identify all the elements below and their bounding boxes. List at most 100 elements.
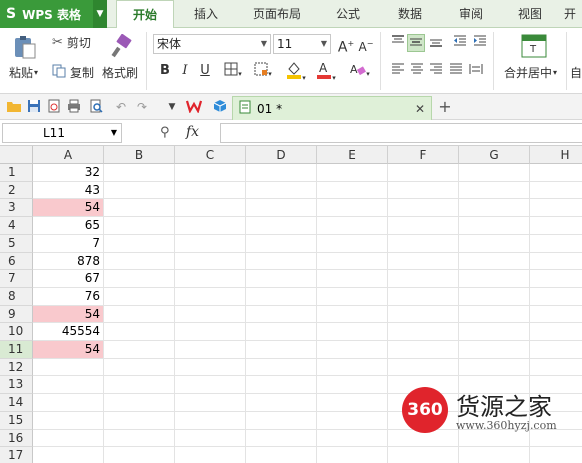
cell-a17[interactable] (33, 447, 104, 463)
cell-e4[interactable] (317, 217, 388, 235)
cell-g12[interactable] (459, 359, 530, 376)
tab-formulas[interactable]: 公式 (316, 0, 380, 28)
new-tab-icon[interactable]: + (437, 99, 453, 115)
cube-icon[interactable] (212, 99, 228, 115)
open-folder-icon[interactable] (6, 99, 22, 115)
cell-a7[interactable]: 67 (33, 270, 104, 288)
cell-e14[interactable] (317, 394, 388, 412)
cell-e13[interactable] (317, 376, 388, 394)
cell-h9[interactable] (530, 306, 582, 323)
cell-d7[interactable] (246, 270, 317, 288)
cell-h4[interactable] (530, 217, 582, 235)
column-header-h[interactable]: H (530, 146, 582, 164)
tab-insert[interactable]: 插入 (174, 0, 238, 28)
cell-a10[interactable]: 45554 (33, 323, 104, 341)
align-left-icon[interactable] (389, 62, 407, 80)
fill-color-icon[interactable]: ▾ (283, 60, 309, 82)
cell-b12[interactable] (104, 359, 175, 376)
clear-format-icon[interactable]: A ▾ (347, 62, 373, 80)
cell-b8[interactable] (104, 288, 175, 306)
cell-f9[interactable] (388, 306, 459, 323)
cell-c8[interactable] (175, 288, 246, 306)
tab-page-layout[interactable]: 页面布局 (238, 0, 316, 28)
cell-b11[interactable] (104, 341, 175, 359)
cell-h3[interactable] (530, 199, 582, 217)
cell-c11[interactable] (175, 341, 246, 359)
row-header[interactable]: 11 (0, 341, 33, 359)
row-header[interactable]: 3 (0, 199, 33, 217)
cell-g7[interactable] (459, 270, 530, 288)
cell-b9[interactable] (104, 306, 175, 323)
font-name-select[interactable]: 宋体 ▼ (153, 34, 271, 54)
align-bottom-icon[interactable] (427, 34, 445, 52)
cell-f11[interactable] (388, 341, 459, 359)
cell-c12[interactable] (175, 359, 246, 376)
select-all-corner[interactable] (0, 146, 33, 164)
cell-d11[interactable] (246, 341, 317, 359)
cell-g17[interactable] (459, 447, 530, 463)
cell-g5[interactable] (459, 235, 530, 253)
cell-d4[interactable] (246, 217, 317, 235)
row-header[interactable]: 13 (0, 376, 33, 394)
zoom-function-icon[interactable]: ⚲ (160, 125, 170, 140)
cell-c10[interactable] (175, 323, 246, 341)
print-icon[interactable] (66, 99, 82, 115)
increase-font-icon[interactable]: A+ (337, 35, 355, 56)
row-header[interactable]: 12 (0, 359, 33, 376)
cell-c17[interactable] (175, 447, 246, 463)
fx-icon[interactable]: fx (186, 124, 199, 140)
cell-c2[interactable] (175, 182, 246, 199)
cell-e1[interactable] (317, 164, 388, 182)
cell-e9[interactable] (317, 306, 388, 323)
cell-c14[interactable] (175, 394, 246, 412)
cell-e3[interactable] (317, 199, 388, 217)
print-preview-icon[interactable] (88, 99, 104, 115)
paste-button[interactable]: 粘贴 ▾ (9, 64, 38, 81)
cell-style-icon[interactable]: ▾ (250, 62, 276, 80)
column-header-b[interactable]: B (104, 146, 175, 164)
format-painter-button[interactable]: 格式刷 (102, 64, 138, 81)
font-size-select[interactable]: 11 ▼ (273, 34, 331, 54)
cell-d8[interactable] (246, 288, 317, 306)
underline-button[interactable]: U (196, 62, 214, 80)
decrease-font-icon[interactable]: A− (357, 35, 375, 54)
row-header[interactable]: 14 (0, 394, 33, 412)
row-header[interactable]: 10 (0, 323, 33, 341)
cell-a11[interactable]: 54 (33, 341, 104, 359)
bold-button[interactable]: B (156, 62, 174, 80)
align-middle-icon[interactable] (407, 34, 425, 52)
increase-indent-icon[interactable] (471, 34, 489, 52)
cell-g11[interactable] (459, 341, 530, 359)
cell-a2[interactable]: 43 (33, 182, 104, 199)
cell-h8[interactable] (530, 288, 582, 306)
cell-f17[interactable] (388, 447, 459, 463)
column-header-d[interactable]: D (246, 146, 317, 164)
align-top-icon[interactable] (389, 34, 407, 52)
cell-g8[interactable] (459, 288, 530, 306)
row-header[interactable]: 5 (0, 235, 33, 253)
cell-a14[interactable] (33, 394, 104, 412)
cell-c1[interactable] (175, 164, 246, 182)
cell-c15[interactable] (175, 412, 246, 430)
column-header-g[interactable]: G (459, 146, 530, 164)
cell-d12[interactable] (246, 359, 317, 376)
cell-a1[interactable]: 32 (33, 164, 104, 182)
close-icon[interactable]: ✕ (415, 102, 425, 116)
cell-f8[interactable] (388, 288, 459, 306)
cell-f7[interactable] (388, 270, 459, 288)
cell-e15[interactable] (317, 412, 388, 430)
export-pdf-icon[interactable] (46, 99, 62, 115)
cell-h17[interactable] (530, 447, 582, 463)
copy-button[interactable]: 复制 (52, 64, 94, 81)
cell-c9[interactable] (175, 306, 246, 323)
cell-e8[interactable] (317, 288, 388, 306)
cell-d17[interactable] (246, 447, 317, 463)
cell-a16[interactable] (33, 430, 104, 447)
cell-c7[interactable] (175, 270, 246, 288)
justify-icon[interactable] (447, 62, 465, 80)
cell-d14[interactable] (246, 394, 317, 412)
cell-e11[interactable] (317, 341, 388, 359)
cell-b4[interactable] (104, 217, 175, 235)
customize-dropdown-icon[interactable]: ▼ (164, 99, 180, 115)
cell-a9[interactable]: 54 (33, 306, 104, 323)
